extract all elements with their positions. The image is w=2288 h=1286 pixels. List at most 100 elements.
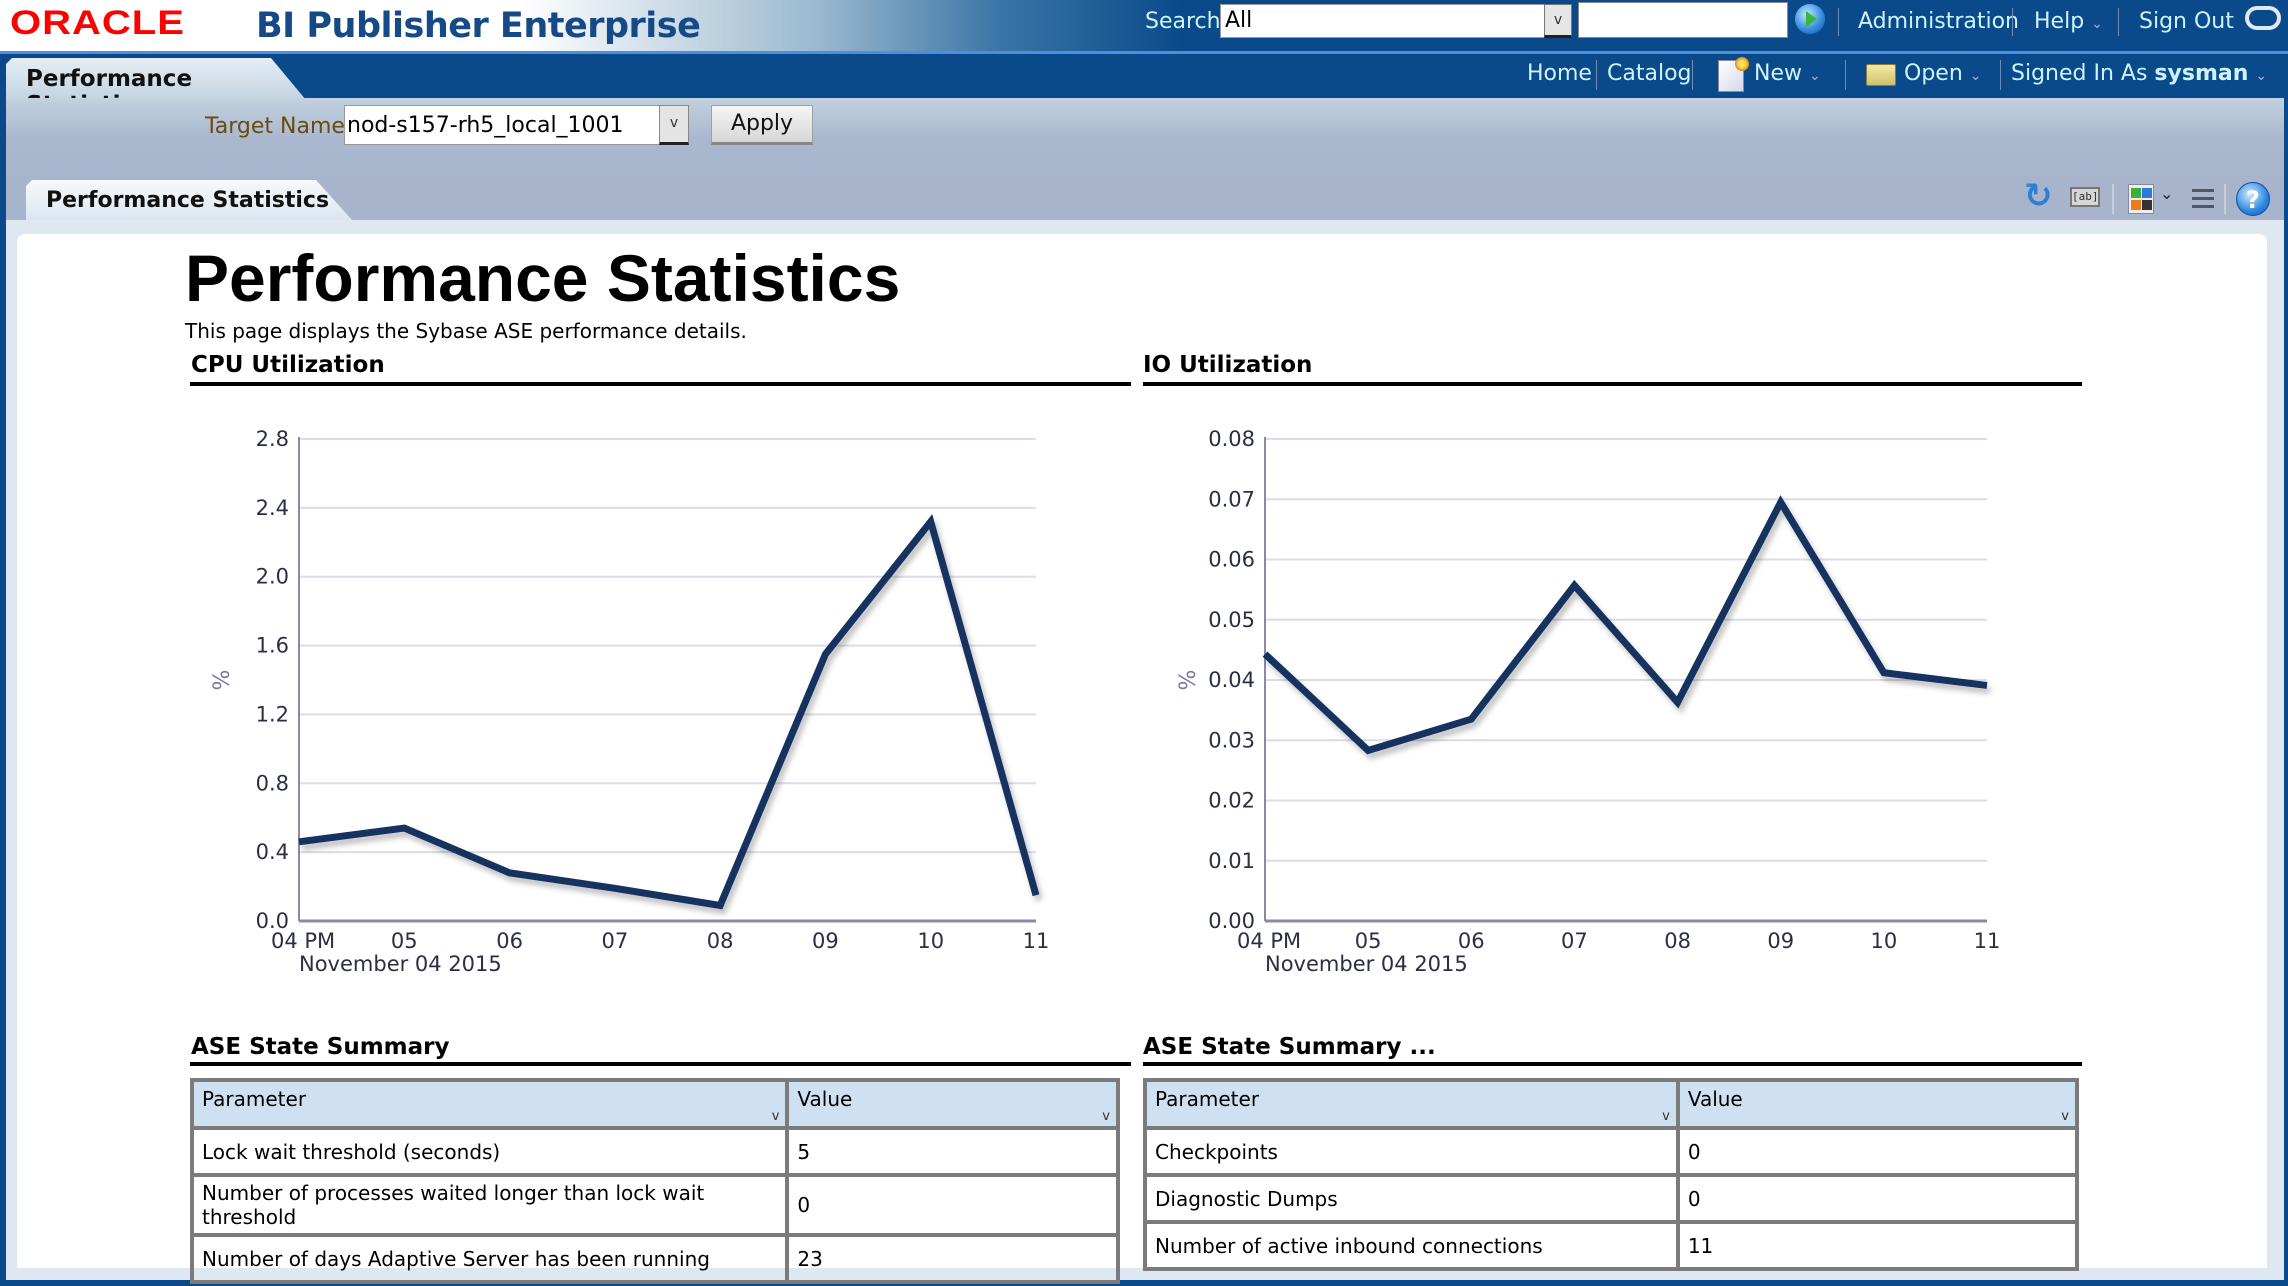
folder-icon[interactable] [1866,64,1896,86]
value-cell: 0 [785,1173,1120,1237]
product-name: BI Publisher Enterprise [256,6,701,46]
x-tick-label: 09 [812,929,839,953]
y-axis-label: % [210,670,235,691]
table-row: Number of days Adaptive Server has been … [189,1233,1120,1284]
sort-chevron-icon[interactable]: v [2061,1109,2069,1124]
parameter-cell: Checkpoints [1143,1126,1680,1177]
divider [2012,8,2013,36]
section-rule [1143,382,2082,386]
open-menu[interactable]: Open ⌄ [1904,61,1982,86]
x-tick-label: 07 [1561,929,1588,953]
y-tick-label: 0.02 [1208,789,1255,813]
target-name-select[interactable]: nod-s157-rh5_local_1001 v [344,105,689,145]
x-tick-label: 06 [1458,929,1485,953]
list-options-icon[interactable] [2186,186,2216,212]
text-field-icon[interactable]: [ab] [2070,187,2100,207]
x-tick-label: 08 [1664,929,1691,953]
column-header-label: Value [797,1087,853,1111]
chevron-down-icon: ⌄ [1969,68,1982,84]
y-tick-label: 0.04 [1208,668,1255,692]
table-header-row: Parameter v Value v [189,1078,1120,1130]
y-tick-label: 1.6 [256,634,289,658]
divider [2000,60,2001,90]
sort-chevron-icon[interactable]: v [1102,1109,1110,1124]
sort-chevron-icon[interactable]: v [1662,1109,1670,1124]
table-row: Lock wait threshold (seconds) 5 [189,1126,1120,1177]
layout-icon[interactable] [2128,184,2154,214]
divider [1838,8,1839,36]
column-header-label: Value [1687,1087,1743,1111]
help-menu[interactable]: Help ⌄ [2034,9,2103,34]
y-tick-label: 2.4 [256,496,289,520]
x-tick-label: 07 [601,929,628,953]
y-tick-label: 0.03 [1208,728,1255,752]
chevron-down-icon: ⌄ [1809,68,1821,84]
chevron-down-icon: ⌄ [2091,16,2103,32]
divider [2118,8,2119,36]
search-scope-value: All [1225,8,1253,33]
x-tick-label: 06 [496,929,523,953]
new-document-icon[interactable] [1718,57,1749,92]
administration-link[interactable]: Administration [1858,9,2019,34]
io-chart-svg: 0.000.010.020.030.040.050.060.070.08%04 … [1176,427,2001,976]
page-description: This page displays the Sybase ASE perfor… [185,319,747,343]
apply-button[interactable]: Apply [711,105,813,145]
y-axis-label: % [1176,670,1201,691]
report-tab-label: Performance Statistics [46,188,330,213]
sort-chevron-icon[interactable]: v [772,1109,780,1124]
series-line [1262,495,1988,755]
y-tick-label: 0.01 [1208,849,1255,873]
search-scope-select[interactable]: All v [1220,4,1572,38]
column-header-value[interactable]: Value v [785,1078,1120,1130]
summary2-section-header: ASE State Summary ... [1143,1034,1436,1060]
new-label: New [1754,61,1802,86]
divider [1692,60,1693,90]
x-tick-label: 05 [391,929,418,953]
ase-state-summary-table: Parameter v Value v Lock wait threshold (s… [189,1078,1120,1284]
io-utilization-chart: 0.00 0.01 0.02 0.03 0.04 0.05 0.06 0.07 0.08% 04 … [1143,400,2043,990]
search-label: Search [1145,9,1221,34]
x-tick-label: 05 [1355,929,1382,953]
help-icon[interactable]: ? [2236,182,2270,216]
cpu-chart-svg: 0.00.40.81.21.62.02.42.8%04 PM 05 06 07 08 09… [210,427,1050,976]
y-tick-label: 0.05 [1208,608,1255,632]
tab-performance-statistics[interactable]: Performance Statistics [6,58,306,100]
x-tick-label: 08 [707,929,734,953]
parameter-cell: Number of active inbound connections [1143,1220,1680,1271]
divider [2112,184,2114,214]
column-header-label: Parameter [202,1087,307,1111]
x-tick-label: 11 [1974,929,2001,953]
signed-in-menu[interactable]: Signed In As sysman ⌄ [2011,61,2267,86]
x-tick-label: 04 PM [1237,929,1301,953]
report-tab[interactable]: Performance Statistics [26,180,352,220]
chevron-down-icon[interactable]: v [1544,4,1572,38]
catalog-link[interactable]: Catalog [1607,61,1692,86]
x-tick-label: 09 [1767,929,1794,953]
value-cell: 23 [785,1233,1120,1284]
column-header-value[interactable]: Value v [1675,1078,2080,1130]
home-link[interactable]: Home [1527,61,1592,86]
search-input[interactable] [1578,2,1788,38]
y-tick-label: 0.8 [256,771,289,795]
section-rule [190,382,1131,386]
x-tick-label: 04 PM [271,929,335,953]
section-rule [1143,1062,2082,1066]
report-tab-bar [6,176,2284,220]
column-header-parameter[interactable]: Parameter v [1143,1078,1680,1130]
table-header-row: Parameter v Value v [1143,1078,2080,1130]
chevron-down-icon[interactable]: v [659,105,689,145]
target-name-value: nod-s157-rh5_local_1001 [347,113,624,138]
y-tick-label: 0.4 [256,840,289,864]
search-go-icon[interactable] [1795,4,1825,34]
refresh-icon[interactable] [2024,176,2056,216]
summary-section-header: ASE State Summary [191,1034,450,1060]
new-menu[interactable]: New ⌄ [1754,61,1821,86]
x-sublabel: November 04 2015 [1265,952,1468,976]
column-header-parameter[interactable]: Parameter v [189,1078,790,1130]
parameter-cell: Number of days Adaptive Server has been … [189,1233,790,1284]
sign-out-link[interactable]: Sign Out [2139,9,2234,34]
section-rule [190,1062,1131,1066]
x-tick-label: 11 [1023,929,1050,953]
cpu-utilization-chart: 0.0 0.4 0.8 1.2 1.6 2.0 2.4 2.8% 04 PM 05 06 07 08 09… [190,400,1090,990]
divider [1845,60,1846,90]
